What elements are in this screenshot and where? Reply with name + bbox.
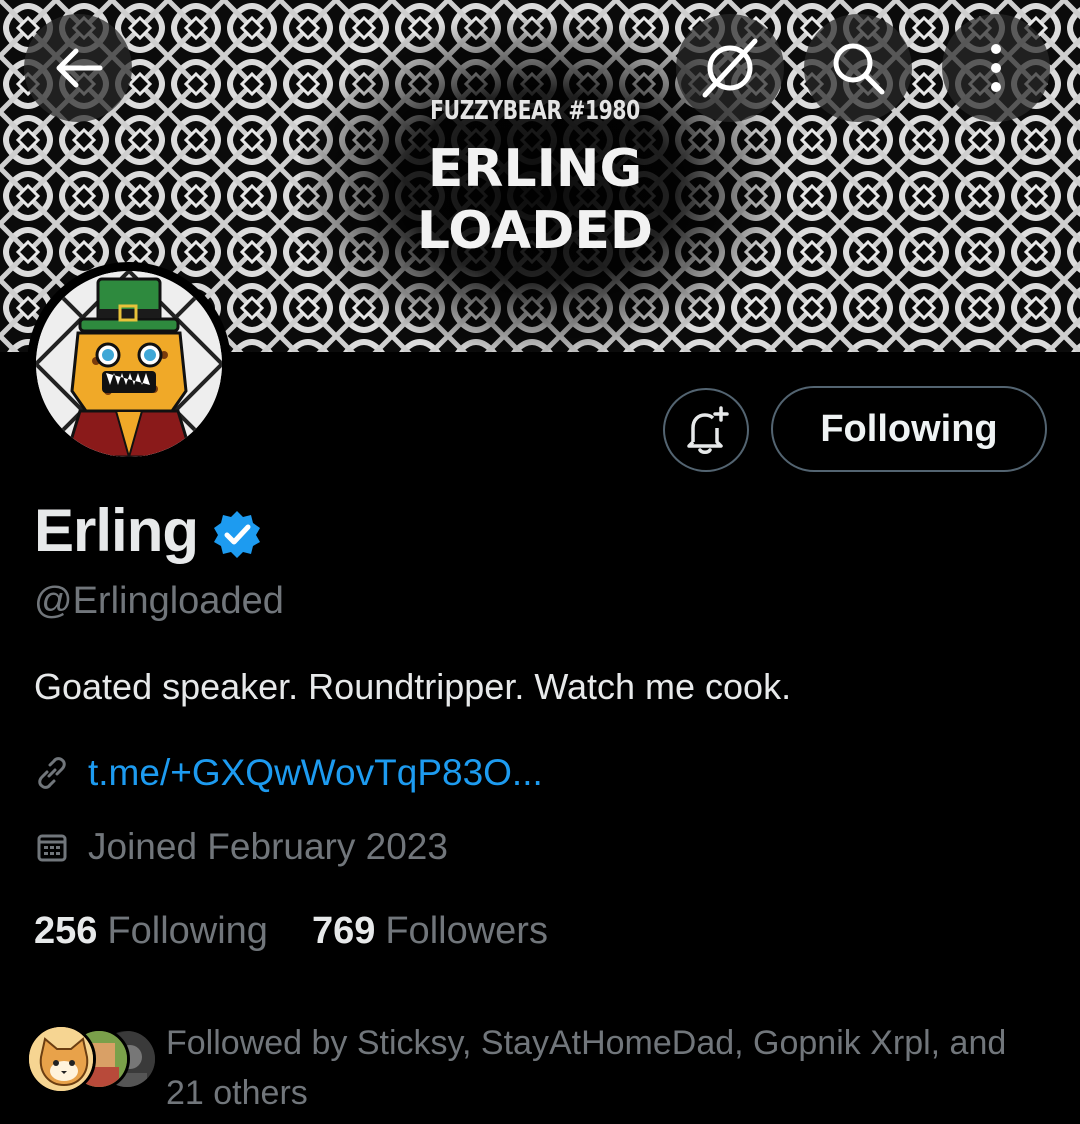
follower-avatar-1 [26, 1024, 96, 1094]
following-label: Following [107, 910, 268, 952]
notifications-button[interactable] [663, 388, 749, 472]
calendar-icon [34, 829, 70, 865]
profile-avatar[interactable] [27, 262, 231, 466]
followed-by-text: Followed by Sticksy, StayAtHomeDad, Gopn… [166, 1024, 1007, 1112]
followed-by-avatars [26, 1018, 158, 1098]
link-text[interactable]: t.me/+GXQwWovTqP83O... [88, 752, 543, 794]
search-icon [833, 43, 885, 95]
avatar-image [36, 271, 222, 457]
followers-count: 769 [311, 910, 376, 952]
joined-text: Joined February 2023 [88, 826, 448, 867]
bell-plus-icon [687, 406, 729, 454]
banner-title-line2: LOADED [416, 201, 654, 261]
arrow-left-icon [56, 48, 103, 88]
grok-button[interactable] [676, 14, 784, 122]
follow-stats: 256 Following 769 Followers [34, 910, 592, 953]
banner-caption: FUZZYBEAR #1980 ERLING LOADED [380, 96, 690, 262]
banner-title-line1: ERLING [427, 139, 643, 199]
bio: Goated speaker. Roundtripper. Watch me c… [34, 666, 792, 707]
following-button[interactable]: Following [771, 386, 1047, 472]
back-button[interactable] [24, 14, 132, 122]
following-stat[interactable]: 256 Following [34, 910, 268, 953]
more-vertical-icon [991, 44, 1001, 92]
profile-link[interactable]: t.me/+GXQwWovTqP83O... [34, 752, 543, 794]
display-name: Erling [34, 497, 199, 564]
banner-subtitle: FUZZYBEAR #1980 [430, 96, 640, 126]
more-button[interactable] [942, 14, 1050, 122]
followed-by[interactable]: Followed by Sticksy, StayAtHomeDad, Gopn… [26, 1018, 1046, 1118]
link-icon [34, 755, 70, 791]
verified-badge-icon[interactable] [212, 509, 262, 559]
following-count: 256 [34, 910, 98, 952]
profile-name-row: Erling [34, 496, 262, 565]
followers-label: Followers [385, 910, 548, 952]
grok-icon [702, 38, 758, 98]
handle: @Erlingloaded [34, 580, 284, 622]
search-button[interactable] [804, 14, 912, 122]
joined-date: Joined February 2023 [34, 826, 448, 868]
followers-stat[interactable]: 769 Followers [312, 910, 548, 953]
